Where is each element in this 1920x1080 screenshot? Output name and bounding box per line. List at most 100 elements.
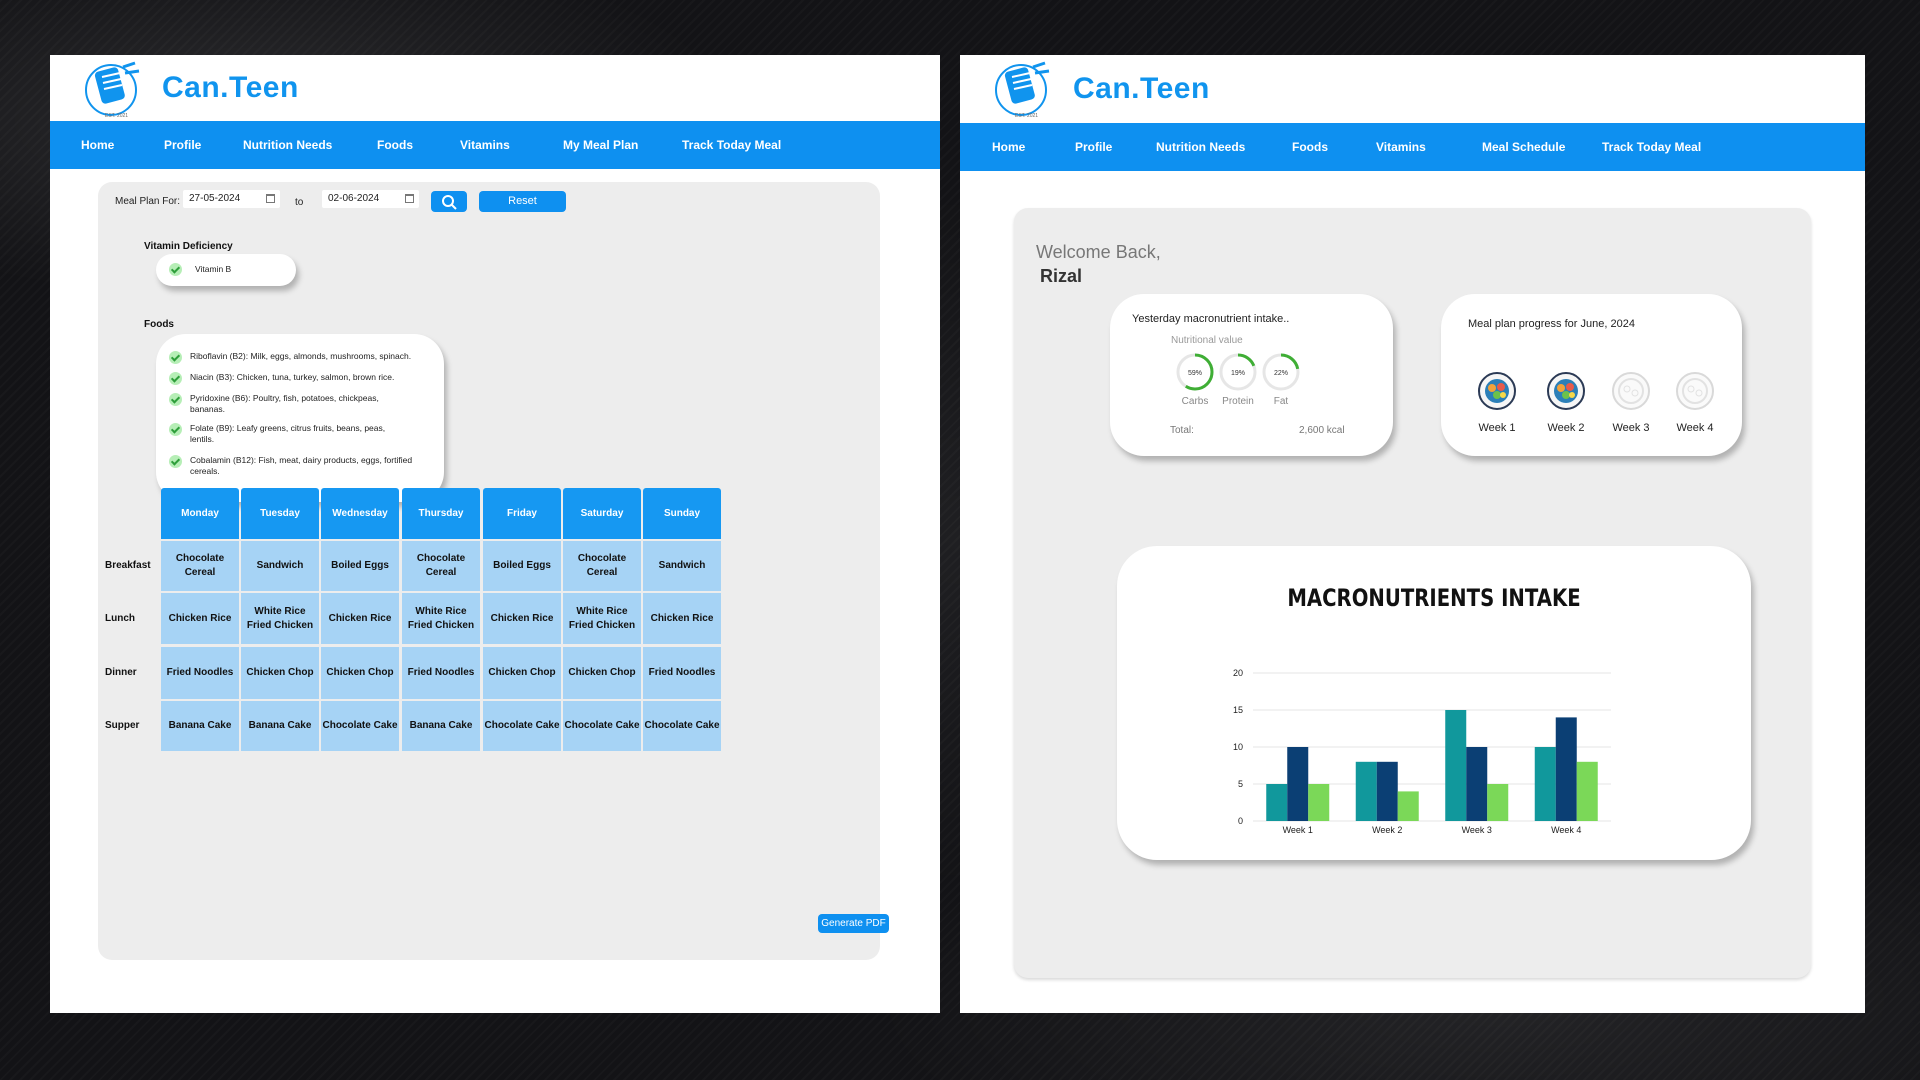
meal-cell[interactable]: Chocolate Cereal: [161, 541, 239, 591]
chart-title: MACRONUTRIENTS INTAKE: [1287, 585, 1580, 612]
macro-ring-percent: 59%: [1188, 370, 1202, 377]
food-item: Folate (B9): Leafy greens, citrus fruits…: [190, 423, 386, 444]
nav-profile[interactable]: Profile: [1075, 123, 1112, 171]
total-label: Total:: [1170, 425, 1194, 436]
nav-my-meal-plan[interactable]: My Meal Plan: [563, 121, 638, 169]
meal-cell[interactable]: Chicken Chop: [563, 647, 641, 699]
check-icon: [169, 393, 182, 406]
reset-button[interactable]: Reset: [479, 191, 566, 212]
bar: [1287, 747, 1309, 821]
week-label: Week 4: [1676, 422, 1714, 434]
meal-cell[interactable]: Boiled Eggs: [483, 541, 561, 591]
meal-cell[interactable]: Chicken Chop: [321, 647, 399, 699]
food-item: Pyridoxine (B6): Poultry, fish, potatoes…: [190, 393, 379, 414]
nav-home[interactable]: Home: [992, 123, 1025, 171]
meal-label-dinner: Dinner: [105, 667, 137, 678]
date-to-input[interactable]: 02-06-2024: [322, 190, 419, 208]
meal-cell[interactable]: Fried Noodles: [402, 647, 480, 699]
nav-foods[interactable]: Foods: [377, 121, 413, 169]
week-label: Week 3: [1612, 422, 1650, 434]
brand-name: Can.Teen: [162, 71, 299, 104]
meal-cell[interactable]: Banana Cake: [241, 701, 319, 751]
generate-pdf-button[interactable]: Generate PDF: [818, 914, 889, 933]
meal-cell[interactable]: Chicken Chop: [483, 647, 561, 699]
meal-cell[interactable]: Chicken Chop: [241, 647, 319, 699]
header: EST. 2021 Can.Teen: [960, 55, 1865, 121]
check-icon: [169, 372, 182, 385]
bar: [1555, 717, 1577, 821]
meal-cell[interactable]: Fried Noodles: [643, 647, 721, 699]
search-icon: [442, 195, 457, 210]
bar: [1308, 784, 1330, 821]
search-button[interactable]: [431, 191, 467, 212]
nav-track-today-meal[interactable]: Track Today Meal: [682, 121, 781, 169]
user-name: Rizal: [1040, 266, 1083, 286]
nav-home[interactable]: Home: [81, 121, 114, 169]
macro-ring-percent: 22%: [1274, 370, 1288, 377]
meal-cell[interactable]: Chocolate Cake: [483, 701, 561, 751]
nav-profile[interactable]: Profile: [164, 121, 201, 169]
check-icon: [169, 351, 182, 364]
day-header-saturday: Saturday: [563, 488, 641, 539]
meal-cell[interactable]: Chocolate Cereal: [563, 541, 641, 591]
nav-nutrition-needs[interactable]: Nutrition Needs: [1156, 123, 1245, 171]
macronutrients-bar-chart: MACRONUTRIENTS INTAKE 0 5 10 15 20 Week 1 Week …: [1233, 585, 1611, 835]
week-label: Week 2: [1547, 422, 1585, 434]
y-tick-label: 20: [1233, 668, 1243, 678]
food-item: Niacin (B3): Chicken, tuna, turkey, salm…: [190, 372, 395, 382]
bar: [1576, 761, 1598, 821]
meal-cell[interactable]: Boiled Eggs: [321, 541, 399, 591]
welcome-text: Welcome Back,: [1036, 242, 1161, 262]
meal-bowl-icon: [1676, 372, 1714, 410]
x-tick-label: Week 2: [1372, 825, 1402, 835]
meal-cell[interactable]: Sandwich: [241, 541, 319, 591]
meal-cell[interactable]: Banana Cake: [402, 701, 480, 751]
day-header-tuesday: Tuesday: [241, 488, 319, 539]
nutritional-value-label: Nutritional value: [1171, 335, 1243, 346]
macro-ring-fat: 22%: [1262, 353, 1300, 391]
meal-cell[interactable]: Chicken Rice: [161, 593, 239, 644]
day-header-thursday: Thursday: [402, 488, 480, 539]
date-to-value: 02-06-2024: [328, 193, 380, 204]
nav-nutrition-needs[interactable]: Nutrition Needs: [243, 121, 332, 169]
foods-card: Riboflavin (B2): Milk, eggs, almonds, mu…: [156, 334, 444, 502]
bar: [1355, 761, 1377, 821]
meal-cell[interactable]: Chocolate Cake: [321, 701, 399, 751]
meal-label-lunch: Lunch: [105, 612, 135, 624]
meal-cell[interactable]: White Rice Fried Chicken: [241, 593, 319, 644]
meal-cell[interactable]: Chicken Rice: [483, 593, 561, 644]
meal-cell[interactable]: Chicken Rice: [643, 593, 721, 644]
meal-bowl-icon: [1612, 372, 1650, 410]
macro-ring-label: Fat: [1273, 396, 1289, 407]
nav-vitamins[interactable]: Vitamins: [460, 121, 510, 169]
x-tick-label: Week 1: [1283, 825, 1313, 835]
meal-plan-screen: EST. 2021 Can.Teen Home Profile Nutritio…: [50, 55, 940, 1013]
meal-cell[interactable]: Sandwich: [643, 541, 721, 591]
nav-vitamins[interactable]: Vitamins: [1376, 123, 1426, 171]
bar: [1445, 710, 1467, 821]
date-from-input[interactable]: 27-05-2024: [183, 190, 280, 208]
meal-cell[interactable]: White Rice Fried Chicken: [563, 593, 641, 644]
header: EST. 2021 Can.Teen: [50, 55, 940, 121]
nav-foods[interactable]: Foods: [1292, 123, 1328, 171]
nav-meal-schedule[interactable]: Meal Schedule: [1482, 123, 1565, 171]
bar: [1376, 761, 1398, 821]
meal-cell[interactable]: Banana Cake: [161, 701, 239, 751]
macro-ring-carbs: 59%: [1176, 353, 1214, 391]
meal-cell[interactable]: Chocolate Cake: [643, 701, 721, 751]
meal-cell[interactable]: Chicken Rice: [321, 593, 399, 644]
week-label: Week 1: [1478, 422, 1516, 434]
day-header-monday: Monday: [161, 488, 239, 539]
meal-cell[interactable]: Fried Noodles: [161, 647, 239, 699]
calendar-icon[interactable]: [405, 194, 414, 203]
meal-cell[interactable]: Chocolate Cake: [563, 701, 641, 751]
x-tick-label: Week 4: [1551, 825, 1581, 835]
x-tick-label: Week 3: [1462, 825, 1492, 835]
meal-label-breakfast: Breakfast: [105, 560, 151, 571]
to-label: to: [295, 197, 304, 208]
meal-cell[interactable]: Chocolate Cereal: [402, 541, 480, 591]
nav-track-today-meal[interactable]: Track Today Meal: [1602, 123, 1701, 171]
meal-cell[interactable]: White Rice Fried Chicken: [402, 593, 480, 644]
vitamin-deficiency-title: Vitamin Deficiency: [144, 241, 233, 252]
calendar-icon[interactable]: [266, 194, 275, 203]
